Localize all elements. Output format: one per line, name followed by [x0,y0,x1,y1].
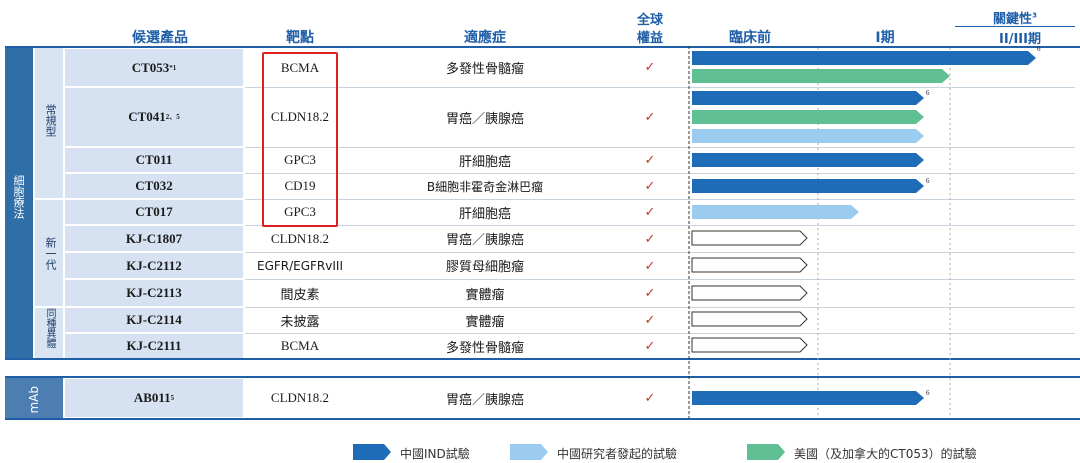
bar-kj-c2114-outline [691,311,808,327]
bar-ct032-china-ind [692,179,924,193]
legend-us-label: 美國（及加拿大的CT053）的試驗 [794,447,977,461]
legend-us-swatch [747,444,785,460]
bar-kj-c2113-outline [691,285,808,301]
legend-china-ind-label: 中國IND試驗 [400,447,470,461]
bar-kj-c1807-outline [691,230,808,246]
bar-ct041-us [692,110,924,124]
bar-footnote: 6 [1037,45,1041,53]
bar-footnote: 6 [926,177,930,185]
bar-ab011-china-ind [692,391,924,405]
legend-china-ind-swatch [353,444,391,460]
legend-iit-swatch [510,444,548,460]
bar-ct053-us [692,69,950,83]
bar-footnote: 6 [926,389,930,397]
bar-ct011-china-ind [692,153,924,167]
bar-ct041-iit [692,129,924,143]
bar-ct053-china-ind [692,51,1036,65]
pipeline-timeline [353,46,1036,460]
bar-footnote: 6 [926,89,930,97]
legend-iit-label: 中國研究者發起的試驗 [557,447,678,461]
bar-kj-c2111-outline [691,337,808,353]
bar-ct041-china-ind [692,91,924,105]
bar-kj-c2112-outline [691,257,808,273]
bar-ct017-iit [692,205,859,219]
